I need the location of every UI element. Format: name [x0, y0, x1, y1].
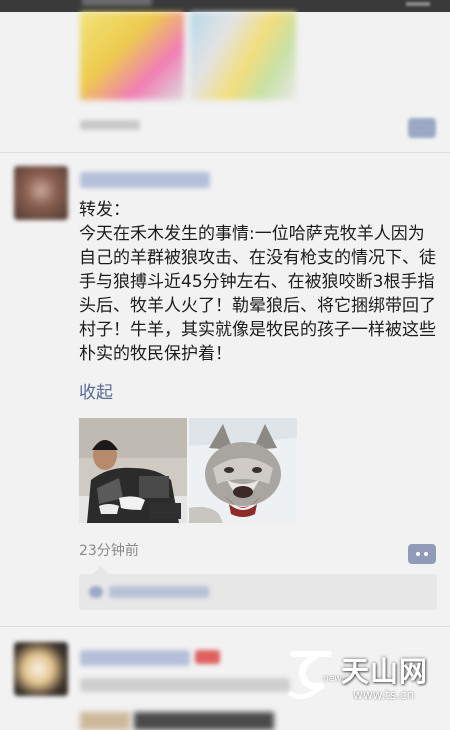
comment-icon[interactable]	[408, 544, 436, 564]
nav-title-blurred	[82, 0, 152, 6]
watermark-brand: 天山网	[341, 655, 429, 688]
post-divider-2	[0, 626, 450, 627]
avatar[interactable]	[14, 166, 68, 220]
post-divider	[0, 152, 450, 153]
comment-dot-right	[424, 552, 428, 556]
next-author-name-blurred[interactable]	[80, 650, 190, 666]
comment-dot-left	[416, 552, 420, 556]
author-name-blurred[interactable]	[80, 172, 210, 188]
top-nav-bar	[0, 0, 450, 12]
previous-post-image-1[interactable]	[80, 12, 184, 100]
wolf-photo-graphic	[189, 418, 297, 523]
post-photo-wolf[interactable]	[189, 418, 297, 523]
previous-post-comment-button[interactable]	[408, 118, 436, 138]
tianshan-watermark: news 天山网 www.ts.cn	[285, 648, 435, 708]
nav-menu-icon[interactable]	[406, 2, 430, 6]
next-post-image-2[interactable]	[134, 712, 274, 730]
post-photo-shepherd[interactable]	[79, 418, 187, 523]
collapse-link[interactable]: 收起	[79, 381, 113, 405]
watermark-url: www.ts.cn	[353, 688, 415, 702]
next-post-snippet-blurred	[80, 678, 290, 692]
previous-post	[0, 12, 450, 150]
shepherd-photo-graphic	[79, 418, 187, 523]
previous-post-time-blurred	[80, 120, 140, 130]
post-timestamp: 23分钟前	[79, 543, 139, 559]
post-body-text: 转发： 今天在禾木发生的事情:一位哈萨克牧羊人因为自己的羊群被狼攻击、在没有枪支…	[79, 200, 436, 364]
next-post-image-1[interactable]	[80, 712, 130, 730]
next-author-tag-blurred	[195, 650, 220, 664]
avatar-next-post[interactable]	[14, 642, 68, 696]
liker-names-blurred[interactable]	[109, 586, 209, 598]
heart-icon	[89, 586, 103, 598]
likes-panel	[79, 566, 437, 610]
previous-post-image-2[interactable]	[190, 12, 296, 100]
